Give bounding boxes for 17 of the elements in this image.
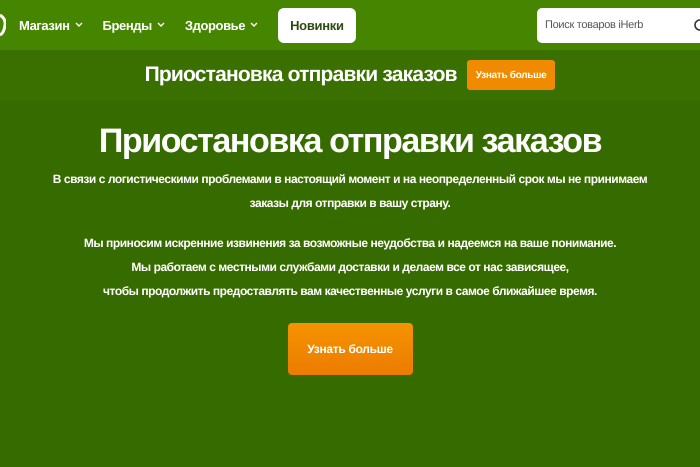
learn-more-button[interactable]: Узнать больше xyxy=(288,323,412,375)
message-text: заказы для отправки в вашу страну. xyxy=(248,195,452,212)
message-text: В связи с логистическими проблемами в настоящий момент и на неопределенный срок мы не принимаем xyxy=(52,171,648,188)
chevron-down-icon xyxy=(156,22,165,28)
banner-title: Приостановка отправки заказов xyxy=(144,63,457,87)
nav-menu-item[interactable]: Бренды xyxy=(102,18,165,32)
nav-menu-item[interactable]: Магазин xyxy=(19,18,83,32)
nav-menu-item[interactable]: Здоровье xyxy=(184,18,258,32)
chevron-down-icon xyxy=(250,22,258,28)
message-text: Мы работаем с местными службами доставки и делаем все от нас зависящее, xyxy=(130,259,570,276)
message-text: Мы приносим искренние извинения за возможные неудобства и надеемся на ваше понимание. xyxy=(84,235,616,252)
page-title: Приостановка отправки заказов xyxy=(98,122,602,161)
search-field[interactable]: Поиск товаров iHerb xyxy=(537,8,700,42)
message-text: чтобы продолжить предоставлять вам качественные услуги в самое ближайшее время. xyxy=(102,283,598,300)
chevron-down-icon xyxy=(74,22,83,28)
new-products-button[interactable]: Новинки xyxy=(278,8,356,42)
learn-more-button[interactable]: Узнать больше xyxy=(466,60,556,90)
